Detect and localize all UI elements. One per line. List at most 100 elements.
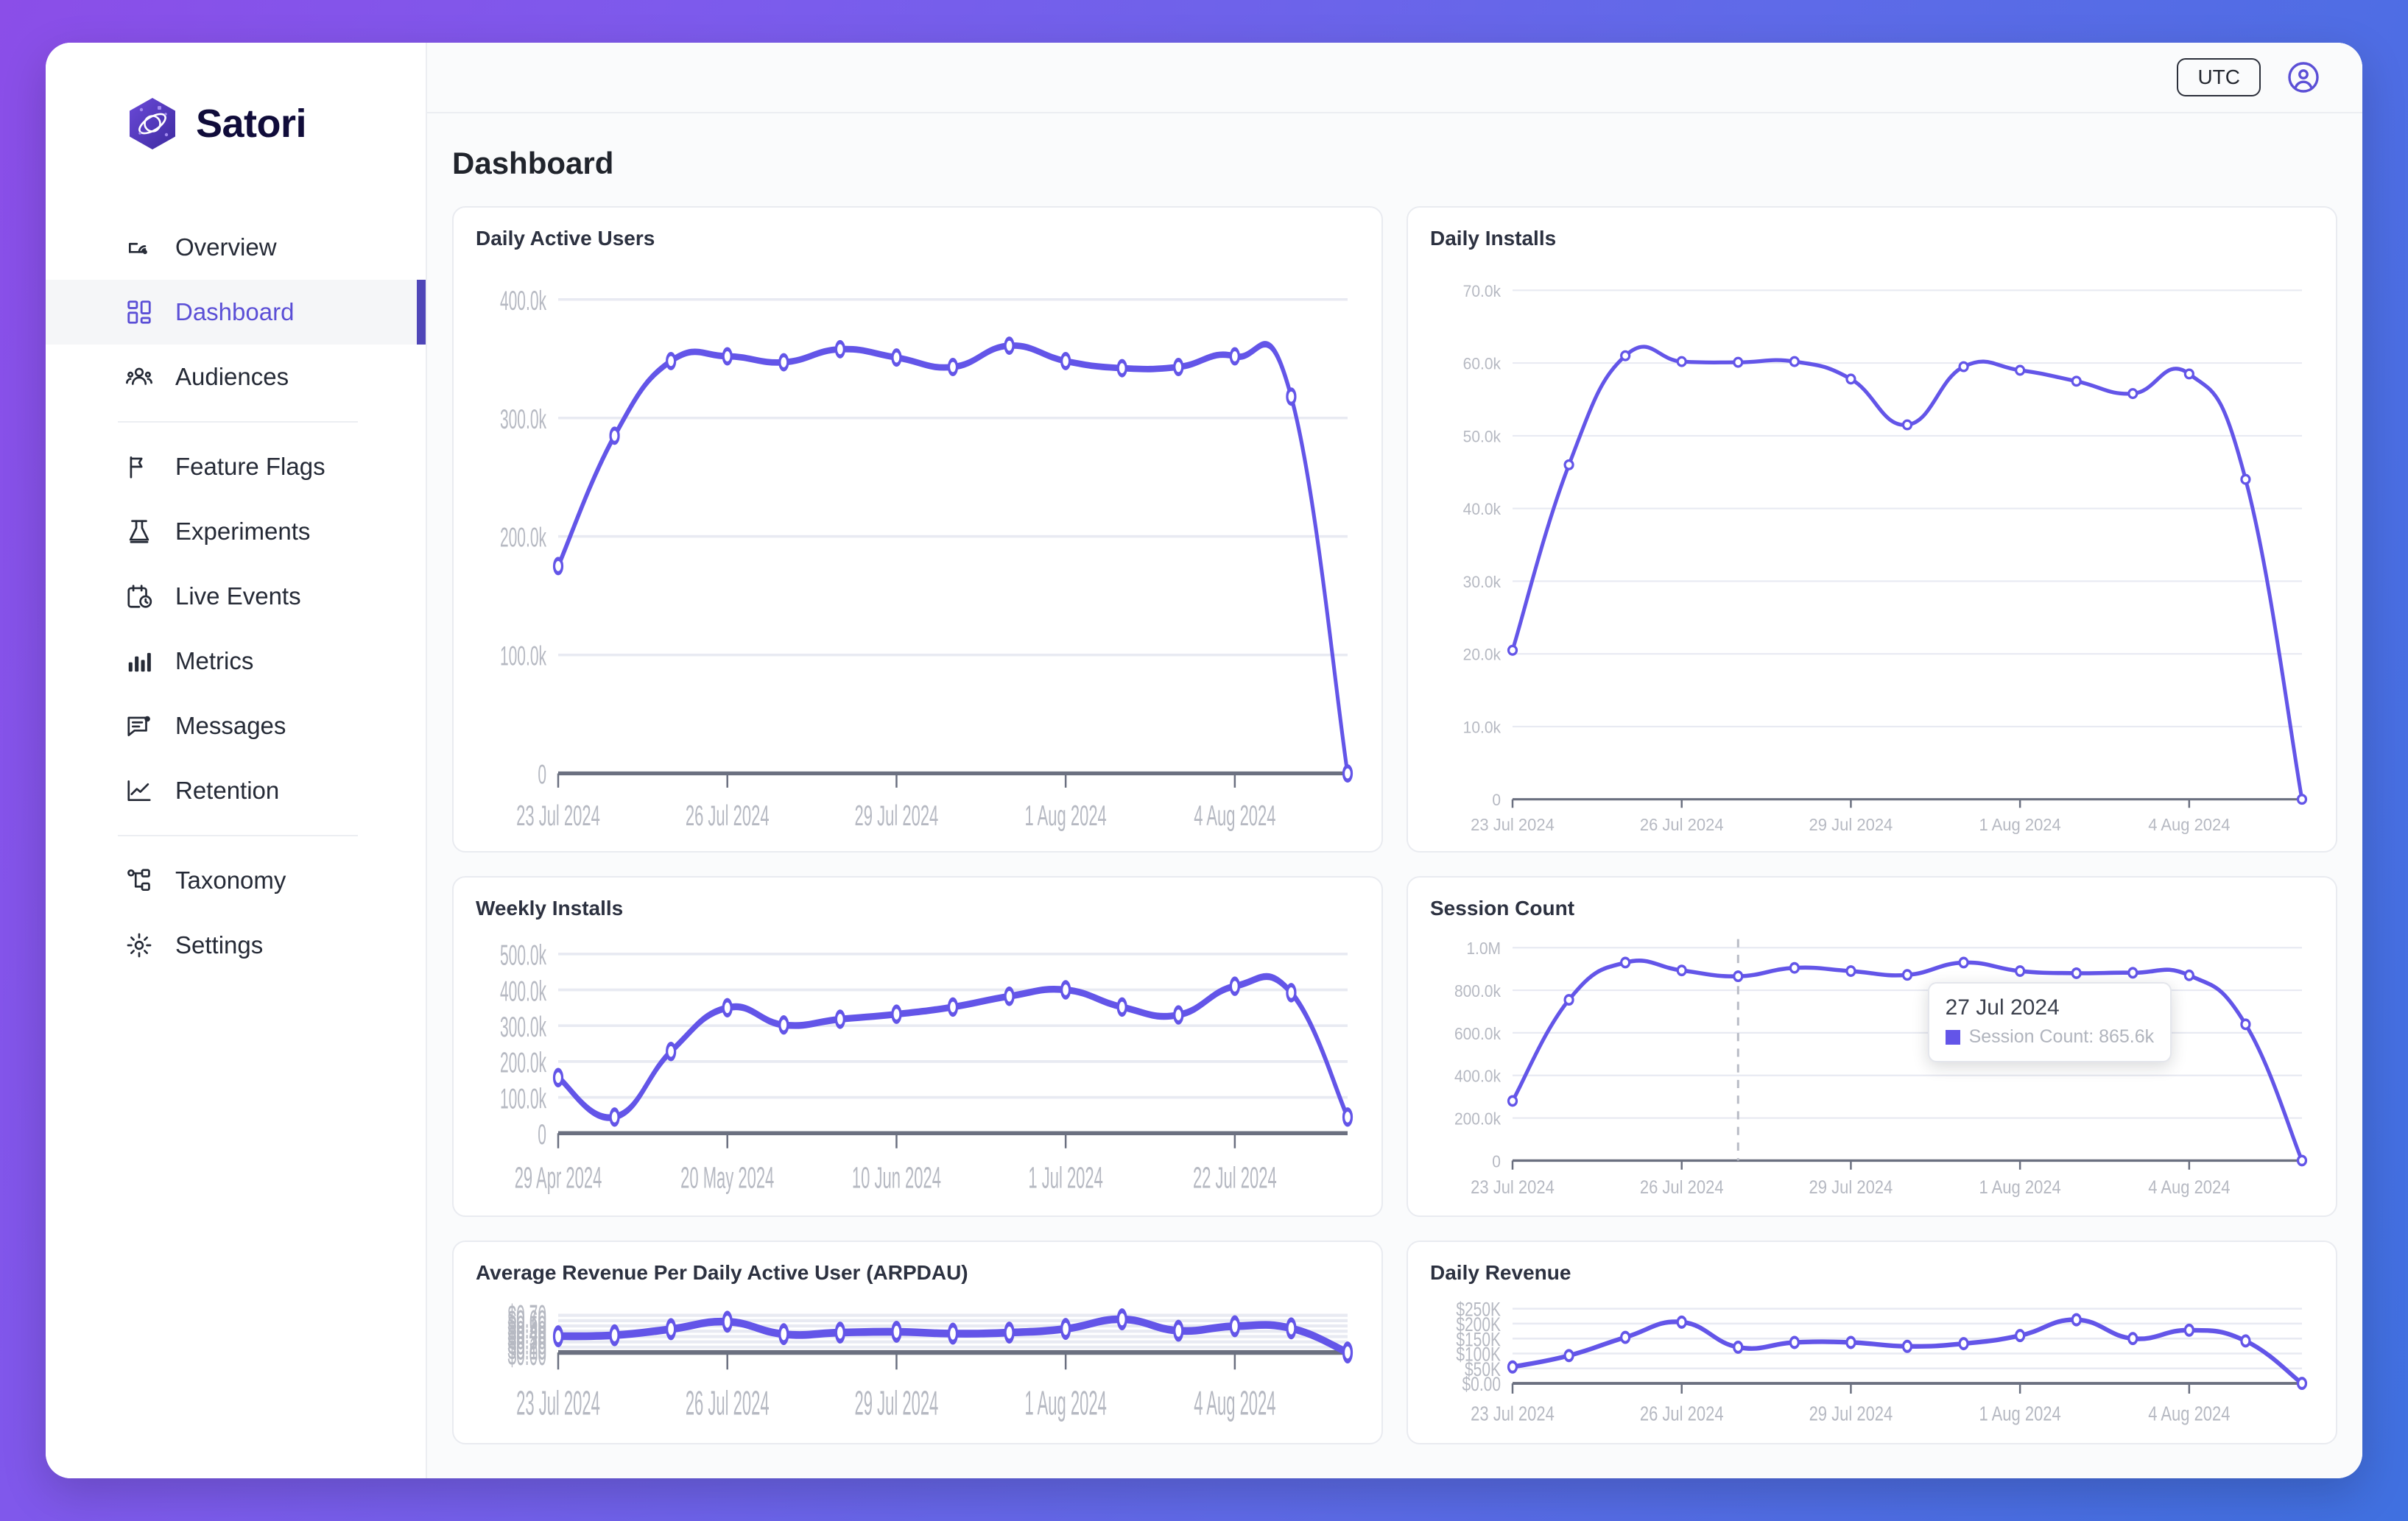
svg-text:70.0k: 70.0k <box>1463 281 1502 300</box>
gear-icon <box>125 931 153 959</box>
brand: Satori <box>46 88 426 159</box>
line-chart-icon <box>125 777 153 805</box>
svg-text:100.0k: 100.0k <box>500 642 547 672</box>
sidebar-item-dashboard[interactable]: Dashboard <box>46 280 426 345</box>
svg-text:300.0k: 300.0k <box>500 405 547 435</box>
chart-card-arpdau: Average Revenue Per Daily Active User (A… <box>452 1240 1383 1444</box>
svg-text:200.0k: 200.0k <box>1454 1109 1502 1129</box>
svg-text:1 Aug 2024: 1 Aug 2024 <box>1979 815 2060 834</box>
chart-card-session-count: Session Count 0 200.0k 400.0k 600.0k 800.0k 1… <box>1407 876 2337 1217</box>
svg-text:4 Aug 2024: 4 Aug 2024 <box>2148 1402 2230 1425</box>
svg-text:$0.70: $0.70 <box>507 1299 546 1335</box>
satori-hexagon-orbit-logo-icon <box>125 96 180 151</box>
svg-text:23 Jul 2024: 23 Jul 2024 <box>516 800 600 831</box>
sidebar-nav: Overview Dashboard Audiences Feature Fla… <box>46 215 426 978</box>
svg-text:4 Aug 2024: 4 Aug 2024 <box>1194 1383 1275 1422</box>
chart-card-daily-installs: Daily Installs 0 10.0k 20.0k 30.0k 40.0k 50.0… <box>1407 206 2337 853</box>
sidebar-item-label: Audiences <box>175 363 289 390</box>
chart-session-count[interactable]: 0 200.0k 400.0k 600.0k 800.0k 1.0M 23 Jul 2024… <box>1430 928 2314 1201</box>
svg-text:400.0k: 400.0k <box>1454 1067 1502 1086</box>
chart-daily-revenue[interactable]: $0.00 $50K $100K $150K $200K $250K 23 Jul 2024… <box>1430 1292 2314 1430</box>
user-circle-icon[interactable] <box>2286 60 2321 95</box>
sidebar-item-label: Settings <box>175 931 264 959</box>
dashboard-grid: Daily Active Users 0 100.0k 200.0k 300.0k 40… <box>427 206 2362 1478</box>
chart-svg: $0.00$50K$100K$150K$200K$250K23 Jul 2024… <box>1456 1299 2308 1425</box>
sidebar-item-label: Retention <box>175 777 280 804</box>
svg-text:23 Jul 2024: 23 Jul 2024 <box>516 1383 600 1422</box>
chart-title: Daily Revenue <box>1430 1260 1571 1284</box>
sidebar: Satori Overview Dashboard Audiences Feat… <box>46 43 427 1478</box>
svg-text:26 Jul 2024: 26 Jul 2024 <box>1640 815 1724 834</box>
chart-card-weekly-installs: Weekly Installs 0 100.0k 200.0k 300.0k 400.0… <box>452 876 1383 1217</box>
sidebar-item-label: Live Events <box>175 582 301 610</box>
timezone-button[interactable]: UTC <box>2177 58 2261 96</box>
sidebar-item-messages[interactable]: Messages <box>46 694 426 758</box>
svg-text:800.0k: 800.0k <box>1454 981 1502 1001</box>
chart-card-daily-revenue: Daily Revenue $0.00 $50K $100K $150K $200K $2… <box>1407 1240 2337 1444</box>
sidebar-item-feature-flags[interactable]: Feature Flags <box>46 434 426 499</box>
svg-text:40.0k: 40.0k <box>1463 500 1502 519</box>
svg-text:$250K: $250K <box>1456 1299 1501 1321</box>
svg-text:29 Jul 2024: 29 Jul 2024 <box>1809 1402 1893 1425</box>
svg-text:1 Aug 2024: 1 Aug 2024 <box>1979 1177 2060 1197</box>
sidebar-item-experiments[interactable]: Experiments <box>46 499 426 564</box>
svg-text:26 Jul 2024: 26 Jul 2024 <box>1640 1402 1724 1425</box>
svg-text:300.0k: 300.0k <box>500 1012 546 1044</box>
sidebar-item-label: Feature Flags <box>175 453 325 480</box>
app-window: Satori Overview Dashboard Audiences Feat… <box>46 43 2362 1478</box>
chart-svg: 0 100.0k 200.0k 300.0k 400.0k 23 Jul 2024 26 J… <box>500 286 1353 831</box>
sidebar-item-label: Metrics <box>175 647 254 674</box>
chart-title: Session Count <box>1430 897 1575 920</box>
sidebar-item-overview[interactable]: Overview <box>46 215 426 280</box>
svg-text:1 Aug 2024: 1 Aug 2024 <box>1024 800 1106 831</box>
svg-text:29 Apr 2024: 29 Apr 2024 <box>515 1161 602 1195</box>
chart-svg: 0 10.0k 20.0k 30.0k 40.0k 50.0k 60.0k 70.0k 23 J… <box>1463 281 2308 834</box>
svg-text:23 Jul 2024: 23 Jul 2024 <box>1471 1402 1555 1425</box>
flask-icon <box>125 518 153 546</box>
chart-daily-active-users[interactable]: 0 100.0k 200.0k 300.0k 400.0k 23 Jul 2024 26 J… <box>476 258 1359 838</box>
svg-text:200.0k: 200.0k <box>500 523 547 554</box>
svg-text:200.0k: 200.0k <box>500 1047 546 1079</box>
svg-text:0: 0 <box>1492 791 1501 810</box>
svg-text:0: 0 <box>538 1119 546 1151</box>
message-lines-icon <box>125 712 153 740</box>
svg-text:20.0k: 20.0k <box>1463 645 1502 664</box>
svg-text:20 May 2024: 20 May 2024 <box>680 1161 774 1195</box>
svg-text:10 Jun 2024: 10 Jun 2024 <box>852 1161 941 1195</box>
svg-text:1 Aug 2024: 1 Aug 2024 <box>1024 1383 1106 1422</box>
chart-title: Weekly Installs <box>476 897 624 920</box>
chart-card-daily-active-users: Daily Active Users 0 100.0k 200.0k 300.0k 40… <box>452 206 1383 853</box>
svg-text:4 Aug 2024: 4 Aug 2024 <box>1194 800 1275 831</box>
svg-text:0: 0 <box>538 760 546 791</box>
sidebar-divider-1 <box>118 421 358 423</box>
page-title: Dashboard <box>452 146 614 180</box>
svg-text:22 Jul 2024: 22 Jul 2024 <box>1193 1161 1277 1195</box>
sidebar-item-retention[interactable]: Retention <box>46 758 426 823</box>
svg-text:1 Aug 2024: 1 Aug 2024 <box>1979 1402 2061 1425</box>
chart-title: Average Revenue Per Daily Active User (A… <box>476 1260 968 1284</box>
svg-text:1.0M: 1.0M <box>1466 939 1501 958</box>
sidebar-item-taxonomy[interactable]: Taxonomy <box>46 848 426 913</box>
brand-name: Satori <box>196 102 307 146</box>
grid-squares-icon <box>125 298 153 326</box>
chart-title: Daily Installs <box>1430 227 1557 250</box>
svg-text:0: 0 <box>1492 1152 1501 1171</box>
svg-text:100.0k: 100.0k <box>500 1083 546 1115</box>
sidebar-item-settings[interactable]: Settings <box>46 913 426 978</box>
svg-text:50.0k: 50.0k <box>1463 427 1502 446</box>
sidebar-item-audiences[interactable]: Audiences <box>46 345 426 409</box>
sidebar-item-live-events[interactable]: Live Events <box>46 564 426 629</box>
svg-text:500.0k: 500.0k <box>500 939 546 972</box>
svg-text:30.0k: 30.0k <box>1463 572 1502 591</box>
chart-weekly-installs[interactable]: 0 100.0k 200.0k 300.0k 400.0k 500.0k 29 Apr 20… <box>476 928 1359 1201</box>
svg-text:23 Jul 2024: 23 Jul 2024 <box>1471 815 1555 834</box>
sidebar-item-label: Overview <box>175 233 277 261</box>
chart-arpdau[interactable]: $0.00 $0.10 $0.20 $0.30 $0.40 $0.50 $0.60 $0.70… <box>476 1292 1359 1430</box>
svg-text:29 Jul 2024: 29 Jul 2024 <box>1809 1177 1893 1197</box>
people-group-icon <box>125 363 153 391</box>
sidebar-item-label: Experiments <box>175 518 311 545</box>
chart-daily-installs[interactable]: 0 10.0k 20.0k 30.0k 40.0k 50.0k 60.0k 70.0k 23 J… <box>1430 258 2314 838</box>
topbar: UTC <box>427 43 2362 113</box>
svg-text:1 Jul 2024: 1 Jul 2024 <box>1028 1161 1102 1195</box>
sidebar-item-metrics[interactable]: Metrics <box>46 629 426 694</box>
